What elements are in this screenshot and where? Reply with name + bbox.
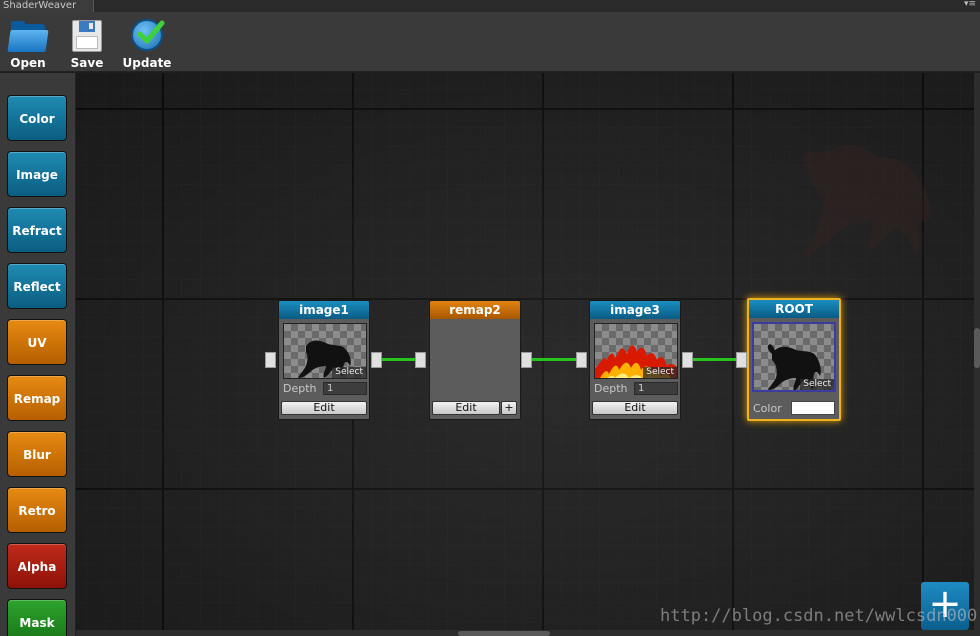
sidebar-item-reflect[interactable]: Reflect xyxy=(7,263,67,309)
save-button[interactable]: Save xyxy=(60,16,114,70)
sidebar-item-retro[interactable]: Retro xyxy=(7,487,67,533)
sidebar-item-mask[interactable]: Mask xyxy=(7,599,67,636)
node-remap2[interactable]: remap2 Edit + xyxy=(429,300,521,420)
window-tab[interactable]: ShaderWeaver xyxy=(0,0,94,12)
input-port[interactable] xyxy=(736,352,747,368)
depth-input[interactable]: 1 xyxy=(323,382,367,395)
depth-label: Depth xyxy=(283,382,317,395)
color-label: Color xyxy=(753,402,782,415)
input-port[interactable] xyxy=(265,352,276,368)
horse-preview-icon xyxy=(802,144,931,260)
sidebar-item-refract[interactable]: Refract xyxy=(7,207,67,253)
open-label: Open xyxy=(10,56,46,70)
scrollbar-thumb[interactable] xyxy=(458,631,550,636)
connection-wire xyxy=(692,358,736,361)
node-title: image1 xyxy=(279,301,369,319)
vertical-scrollbar[interactable] xyxy=(974,73,980,636)
node-thumbnail[interactable]: Select xyxy=(594,323,678,379)
window-tab-title: ShaderWeaver xyxy=(3,0,77,11)
watermark-text: http://blog.csdn.net/wwlcsdn000 xyxy=(660,606,978,626)
update-button[interactable]: Update xyxy=(120,16,174,70)
sidebar-item-image[interactable]: Image xyxy=(7,151,67,197)
tab-menu-icon[interactable]: ▾≡ xyxy=(964,0,976,9)
open-button[interactable]: Open xyxy=(1,16,55,70)
select-button[interactable]: Select xyxy=(800,379,834,390)
sidebar-item-remap[interactable]: Remap xyxy=(7,375,67,421)
output-port[interactable] xyxy=(371,352,382,368)
checkmark-icon xyxy=(128,18,166,54)
scrollbar-thumb[interactable] xyxy=(974,328,980,368)
node-palette-sidebar: Color Image Refract Reflect UV Remap Blu… xyxy=(0,73,76,636)
select-button[interactable]: Select xyxy=(332,367,366,378)
output-port[interactable] xyxy=(521,352,532,368)
edit-button[interactable]: Edit xyxy=(281,401,367,415)
depth-input[interactable]: 1 xyxy=(634,382,678,395)
node-image3[interactable]: image3 Select Depth 1 Edit xyxy=(589,300,681,420)
output-port[interactable] xyxy=(682,352,693,368)
update-label: Update xyxy=(122,56,172,70)
node-root[interactable]: ROOT Select Color xyxy=(747,298,841,421)
node-image1[interactable]: image1 Select Depth 1 Edit xyxy=(278,300,370,420)
node-thumbnail[interactable]: Select xyxy=(283,323,367,379)
sidebar-item-blur[interactable]: Blur xyxy=(7,431,67,477)
connection-wire xyxy=(381,358,416,361)
select-button[interactable]: Select xyxy=(643,367,677,378)
input-port[interactable] xyxy=(415,352,426,368)
node-thumbnail[interactable]: Select xyxy=(752,322,836,392)
depth-label: Depth xyxy=(594,382,628,395)
node-title: remap2 xyxy=(430,301,520,319)
node-title: image3 xyxy=(590,301,680,319)
sidebar-item-uv[interactable]: UV xyxy=(7,319,67,365)
sidebar-item-alpha[interactable]: Alpha xyxy=(7,543,67,589)
color-swatch[interactable] xyxy=(791,401,835,415)
floppy-disk-icon xyxy=(68,18,106,54)
edit-button[interactable]: Edit xyxy=(432,401,500,415)
node-title: ROOT xyxy=(749,300,839,318)
toolbar: Open Save Update xyxy=(0,12,980,72)
connection-wire xyxy=(532,358,576,361)
folder-icon xyxy=(7,18,49,54)
sidebar-item-color[interactable]: Color xyxy=(7,95,67,141)
horizontal-scrollbar[interactable] xyxy=(76,630,974,636)
add-input-button[interactable]: + xyxy=(501,401,517,415)
save-label: Save xyxy=(70,56,104,70)
input-port[interactable] xyxy=(576,352,587,368)
edit-button[interactable]: Edit xyxy=(592,401,678,415)
window-tab-bar: ShaderWeaver ▾≡ xyxy=(0,0,980,12)
